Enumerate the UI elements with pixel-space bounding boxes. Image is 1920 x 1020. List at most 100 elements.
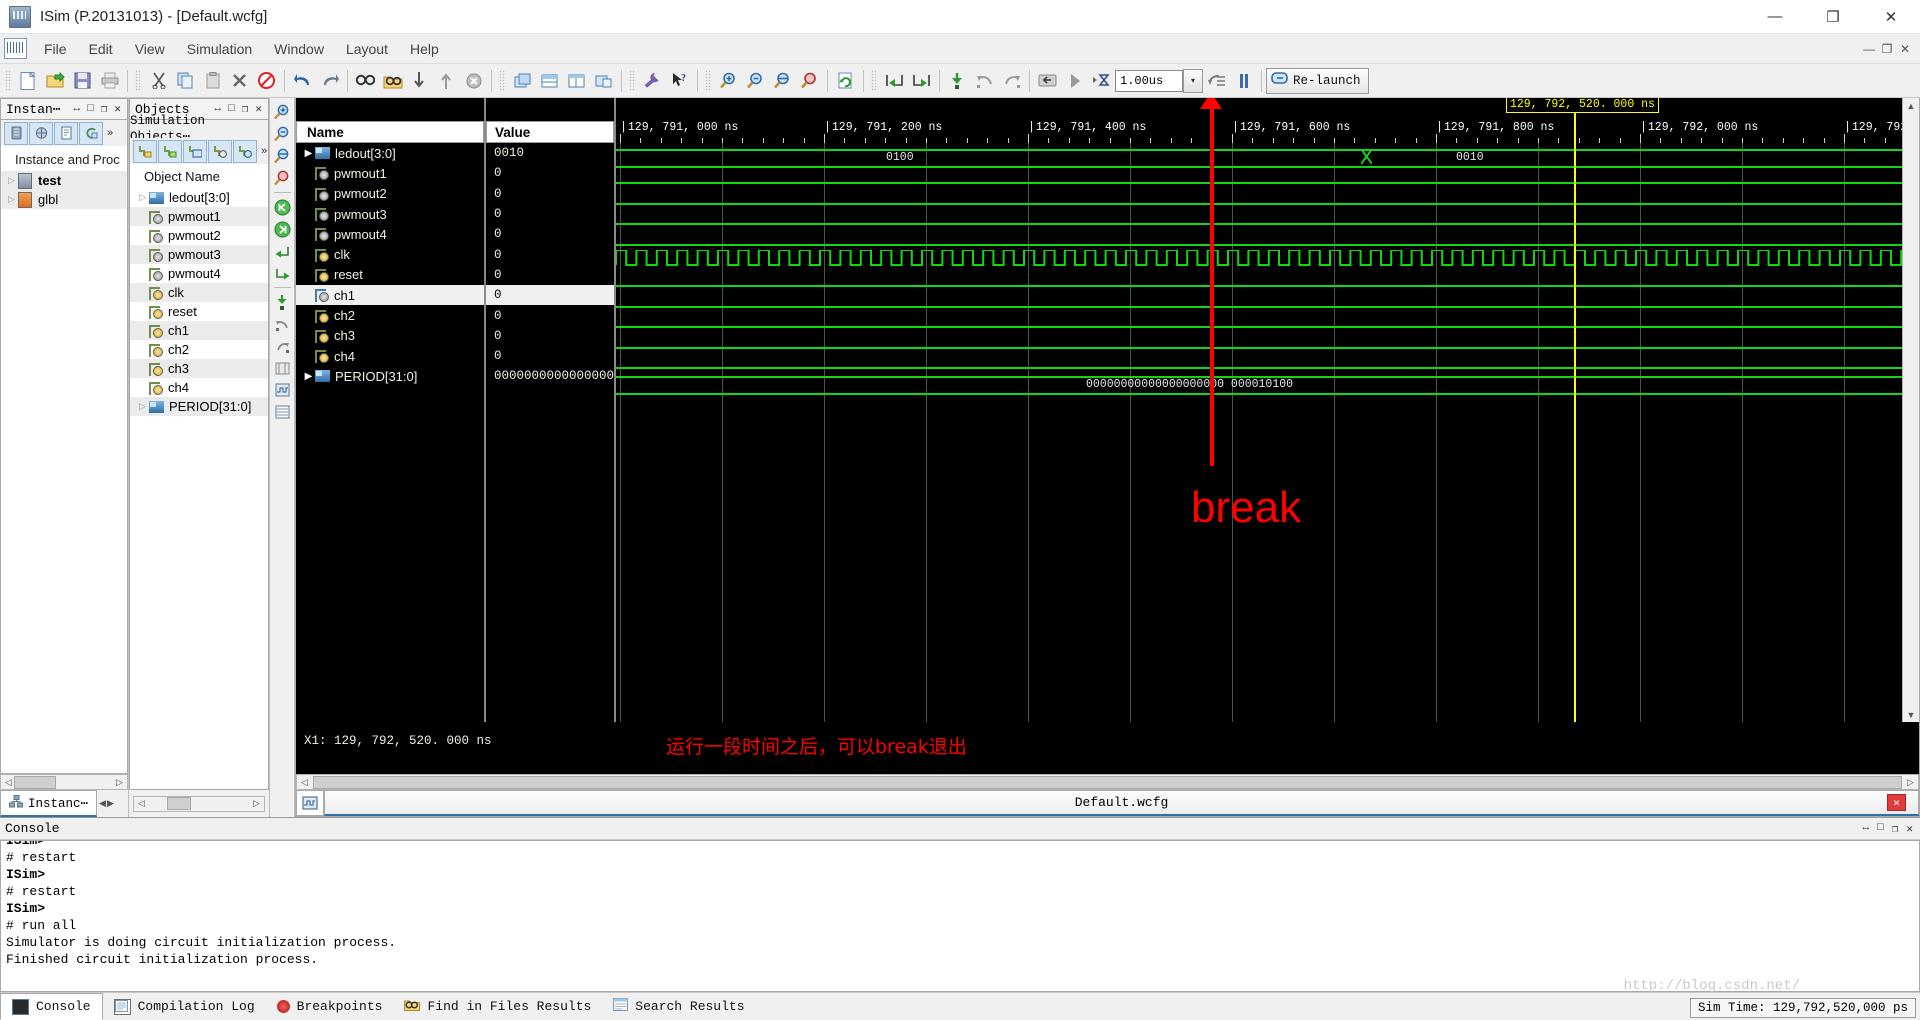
goto-source-icon[interactable] <box>79 121 103 145</box>
menu-simulation[interactable]: Simulation <box>176 37 263 61</box>
snap-right-icon[interactable] <box>908 68 935 93</box>
scroll-right-icon[interactable]: ▷ <box>112 777 127 788</box>
tab-default-wcfg[interactable]: Default.wcfg ✕ <box>324 790 1919 816</box>
run-for-specified-time-icon[interactable] <box>1203 68 1230 93</box>
restart-icon[interactable] <box>1034 68 1061 93</box>
float-icon[interactable] <box>590 68 617 93</box>
save-icon[interactable] <box>69 68 96 93</box>
zoom-fit-icon[interactable] <box>272 146 293 166</box>
zoom-out-icon[interactable] <box>742 68 769 93</box>
copy-icon[interactable] <box>172 68 199 93</box>
delete-icon[interactable] <box>226 68 253 93</box>
output-signals-icon[interactable] <box>158 139 182 163</box>
time-ruler[interactable]: 129, 791, 000 ns 129, 791, 200 ns 129, 7… <box>616 98 1902 143</box>
objects-overflow-icon[interactable]: » <box>261 145 267 157</box>
scroll-down-icon[interactable]: ▼ <box>1907 707 1916 722</box>
paste-icon[interactable] <box>199 68 226 93</box>
object-row[interactable]: pwmout3 <box>130 245 268 264</box>
wave-row-pwmout1[interactable]: pwmout1 <box>296 163 484 183</box>
run-for-time-icon[interactable] <box>1088 68 1115 93</box>
toolbar-grip[interactable] <box>135 69 142 92</box>
menu-file[interactable]: File <box>33 37 78 61</box>
menu-window[interactable]: Window <box>263 37 335 61</box>
minimize-button[interactable]: — <box>1746 0 1804 33</box>
wave-row-ch1[interactable]: ch1 <box>296 285 484 306</box>
object-row[interactable]: pwmout4 <box>130 264 268 283</box>
zoom-fit-icon[interactable] <box>769 68 796 93</box>
inout-signals-icon[interactable] <box>183 139 207 163</box>
down-arrow-icon[interactable] <box>406 68 433 93</box>
prev-transition-icon[interactable] <box>272 241 293 261</box>
redo-icon[interactable] <box>316 68 343 93</box>
expander-icon[interactable]: ▷ <box>5 194 18 205</box>
wave-row-clk[interactable]: clk <box>296 244 484 264</box>
toolbar-grip[interactable] <box>499 69 506 92</box>
scroll-right-icon[interactable]: ▷ <box>249 798 264 809</box>
scroll-thumb[interactable] <box>167 797 191 810</box>
prev-transition-icon[interactable] <box>971 68 998 93</box>
tile-vertical-icon[interactable] <box>563 68 590 93</box>
mdi-close-button[interactable]: ✕ <box>1896 40 1914 58</box>
constants-icon[interactable] <box>233 139 257 163</box>
instance-row-glbl[interactable]: ▷ glbl <box>1 190 127 209</box>
find-in-files-icon[interactable] <box>379 68 406 93</box>
instances-undock-icon[interactable]: ↔ <box>74 103 81 115</box>
maximize-button[interactable]: ❐ <box>1804 0 1862 33</box>
scroll-up-icon[interactable]: ▲ <box>1907 98 1916 113</box>
next-transition-icon[interactable] <box>998 68 1025 93</box>
list-view-icon[interactable] <box>272 402 293 422</box>
run-icon[interactable] <box>1061 68 1088 93</box>
up-arrow-icon[interactable] <box>433 68 460 93</box>
expander-icon[interactable]: ▷ <box>136 401 149 412</box>
close-button[interactable]: ✕ <box>1862 0 1920 33</box>
snap-left-icon[interactable] <box>881 68 908 93</box>
expander-icon[interactable]: ▶ <box>302 148 315 159</box>
object-row[interactable]: reset <box>130 302 268 321</box>
tab-scroll-left-icon[interactable]: ◀ <box>99 798 106 809</box>
expander-icon[interactable]: ▷ <box>136 192 149 203</box>
waveform-vscrollbar[interactable]: ▲ ▼ <box>1902 98 1919 722</box>
instances-close-icon[interactable]: ✕ <box>114 102 121 116</box>
menu-view[interactable]: View <box>124 37 176 61</box>
objects-view-icon[interactable] <box>29 121 53 145</box>
tab-find-in-files-results[interactable]: Find in Files Results <box>393 993 602 1020</box>
objects-hscrollbar[interactable]: ◁ ▷ <box>133 795 265 812</box>
wave-row-ch4[interactable]: ch4 <box>296 346 484 366</box>
prev-marker-icon[interactable] <box>272 314 293 334</box>
find-icon[interactable] <box>352 68 379 93</box>
object-row[interactable]: ▷ ledout[3:0] <box>130 188 268 207</box>
cut-icon[interactable] <box>145 68 172 93</box>
zoom-cursor-icon[interactable] <box>796 68 823 93</box>
mdi-restore-button[interactable]: ❐ <box>1878 40 1896 58</box>
instance-tree[interactable]: Instance and Proc ▷ test ▷ glbl <box>0 146 128 774</box>
instance-row-test[interactable]: ▷ test <box>1 171 127 190</box>
configure-icon[interactable] <box>639 68 666 93</box>
console-restore-icon[interactable]: ❐ <box>1892 822 1899 836</box>
object-row[interactable]: pwmout1 <box>130 207 268 226</box>
tab-instances[interactable]: Instanc⋯ <box>0 790 98 817</box>
wave-row-ch3[interactable]: ch3 <box>296 326 484 346</box>
object-row[interactable]: clk <box>130 283 268 302</box>
zoom-in-icon[interactable] <box>715 68 742 93</box>
instances-restore-icon[interactable]: ❐ <box>101 102 108 116</box>
sim-run-time-dropdown[interactable]: ▾ <box>1183 68 1203 93</box>
object-row[interactable]: pwmout2 <box>130 226 268 245</box>
print-icon[interactable] <box>96 68 123 93</box>
open-file-icon[interactable] <box>42 68 69 93</box>
tab-console[interactable]: Console <box>0 993 103 1020</box>
sim-run-time-input[interactable]: 1.00us <box>1115 69 1183 92</box>
wave-row-pwmout2[interactable]: pwmout2 <box>296 184 484 204</box>
time-cursor[interactable] <box>1574 98 1576 722</box>
undo-icon[interactable] <box>289 68 316 93</box>
input-signals-icon[interactable] <box>133 139 157 163</box>
tab-breakpoints[interactable]: Breakpoints <box>266 993 394 1020</box>
tab-scroll-right-icon[interactable]: ▶ <box>107 798 114 809</box>
expander-icon[interactable]: ▷ <box>5 175 18 186</box>
console-undock-icon[interactable]: ↔ <box>1863 822 1870 836</box>
goto-end-icon[interactable] <box>272 219 293 239</box>
next-transition-icon[interactable] <box>272 263 293 283</box>
wave-row-ch2[interactable]: ch2 <box>296 305 484 325</box>
close-x-icon[interactable] <box>460 68 487 93</box>
menu-layout[interactable]: Layout <box>335 37 399 61</box>
wave-row-reset[interactable]: reset <box>296 265 484 285</box>
